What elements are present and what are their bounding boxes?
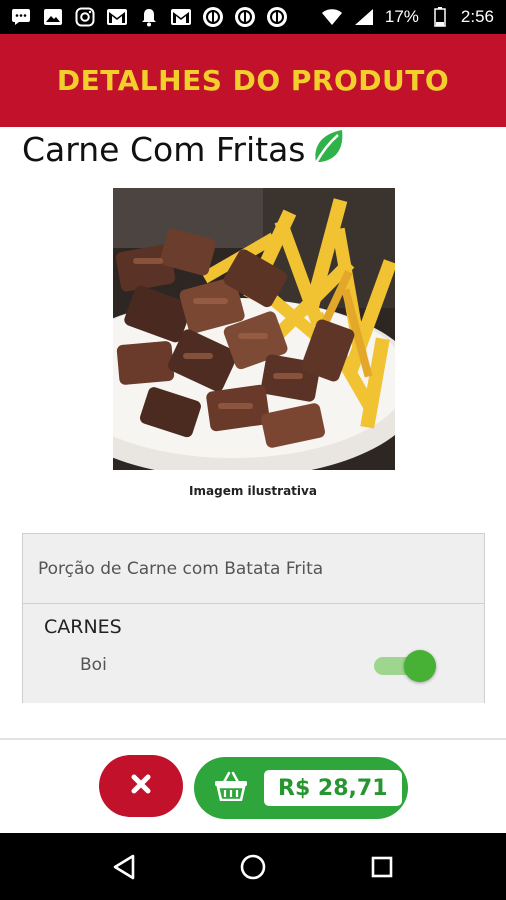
system-icons: 17% 2:56	[321, 6, 494, 28]
option-label: Boi	[80, 655, 107, 675]
battery-icon	[429, 6, 451, 28]
battery-percent: 17%	[384, 7, 419, 26]
price-label: R$ 28,71	[264, 770, 402, 806]
basket-icon	[214, 771, 248, 805]
image-icon	[42, 6, 64, 28]
recents-button[interactable]	[362, 847, 402, 887]
image-caption: Imagem ilustrativa	[189, 484, 317, 498]
bottom-divider	[0, 738, 506, 740]
product-image	[113, 188, 395, 470]
wifi-icon	[321, 6, 343, 28]
app-header: DETALHES DO PRODUTO	[0, 34, 506, 127]
back-button[interactable]	[104, 847, 144, 887]
app-icon-2	[234, 6, 256, 28]
gmail-icon-2	[170, 6, 192, 28]
app-icon-3	[266, 6, 288, 28]
toggle-thumb	[404, 650, 436, 682]
app-icon-1	[202, 6, 224, 28]
instagram-icon	[74, 6, 96, 28]
add-to-cart-button[interactable]: R$ 28,71	[194, 757, 408, 819]
product-options-card: Porção de Carne com Batata Frita CARNES …	[22, 533, 485, 703]
status-bar: 17% 2:56	[0, 0, 506, 34]
option-toggle-boi[interactable]	[374, 650, 436, 682]
cancel-button[interactable]	[99, 755, 183, 817]
page-title: DETALHES DO PRODUTO	[56, 64, 450, 97]
signal-icon	[353, 6, 375, 28]
notification-icons	[10, 6, 288, 28]
chat-icon	[10, 6, 32, 28]
bell-icon	[138, 6, 160, 28]
gmail-icon	[106, 6, 128, 28]
product-title-row: Carne Com Fritas	[22, 128, 346, 170]
leaf-icon	[310, 128, 346, 170]
close-icon	[130, 773, 152, 799]
option-section-title: CARNES	[44, 616, 122, 638]
clock: 2:56	[460, 7, 494, 26]
option-row-boi: Boi	[23, 640, 484, 690]
product-name: Carne Com Fritas	[22, 129, 306, 169]
home-button[interactable]	[233, 847, 273, 887]
product-description: Porção de Carne com Batata Frita	[23, 534, 484, 604]
android-nav-bar	[0, 833, 506, 900]
